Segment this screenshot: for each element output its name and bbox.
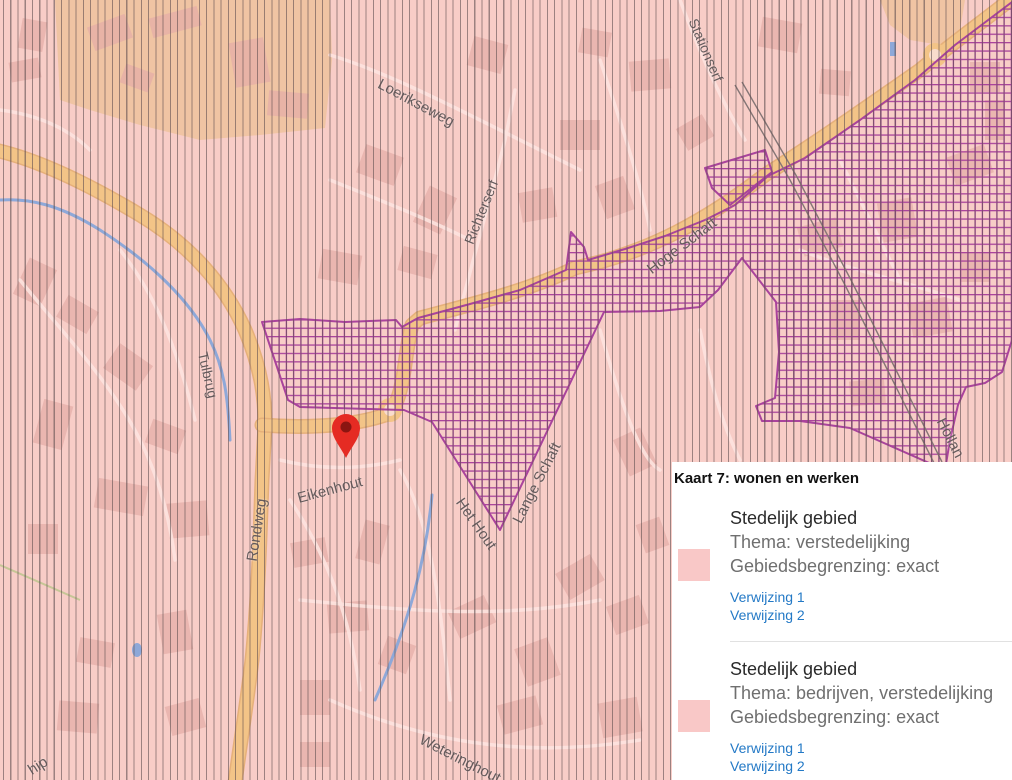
street-label-lange-schaft: Lange Schaft: [509, 439, 565, 527]
street-label-tulbrug: Tulbrug: [194, 350, 222, 400]
street-label-partial: hip: [25, 753, 51, 779]
street-label-stationserf: Stationserf: [685, 16, 727, 84]
street-label-richterserf: Richterserf: [460, 177, 502, 247]
map-pin-icon[interactable]: [330, 410, 362, 460]
street-label-eikenhout: Eikenhout: [295, 473, 365, 507]
legend-item-links: Verwijzing 1 Verwijzing 2: [730, 739, 1012, 775]
legend-item-title: Stedelijk gebied: [730, 508, 858, 528]
legend-link-verwijzing-1[interactable]: Verwijzing 1: [730, 739, 805, 757]
legend-item-title: Stedelijk gebied: [730, 659, 858, 679]
legend-item-links: Verwijzing 1 Verwijzing 2: [730, 588, 1012, 624]
street-label-weteringhout: Weteringhout: [416, 731, 504, 780]
legend-link-verwijzing-1[interactable]: Verwijzing 1: [730, 588, 805, 606]
legend-item-theme: Thema: bedrijven, verstedelijking: [730, 683, 994, 703]
legend-link-verwijzing-2[interactable]: Verwijzing 2: [730, 606, 805, 624]
street-label-het-hout: Het Hout: [452, 494, 500, 554]
legend-item: Stedelijk gebied Thema: bedrijven, verst…: [672, 657, 1012, 775]
legend-item: Stedelijk gebied Thema: verstedelijking …: [672, 506, 1012, 624]
legend-item-boundary: Gebiedsbegrenzing: exact: [730, 556, 940, 576]
legend-panel: Kaart 7: wonen en werken Stedelijk gebie…: [672, 462, 1012, 780]
street-label-hollan: Hollan: [932, 415, 968, 461]
street-label-loerikseweg: Loerikseweg: [374, 75, 458, 131]
legend-item-boundary: Gebiedsbegrenzing: exact: [730, 707, 940, 727]
street-label-hoge-schaft: Hoge Schaft: [643, 214, 721, 278]
legend-item-theme: Thema: verstedelijking: [730, 532, 911, 552]
legend-title: Kaart 7: wonen en werken: [674, 470, 860, 487]
legend-link-verwijzing-2[interactable]: Verwijzing 2: [730, 757, 805, 775]
street-label-rondweg: Rondweg: [243, 497, 271, 563]
map-pin-body[interactable]: [332, 414, 360, 458]
map-pin-dot: [340, 421, 352, 433]
legend-swatch: [678, 549, 710, 581]
legend-swatch: [678, 700, 710, 732]
legend-divider: [730, 641, 1012, 642]
